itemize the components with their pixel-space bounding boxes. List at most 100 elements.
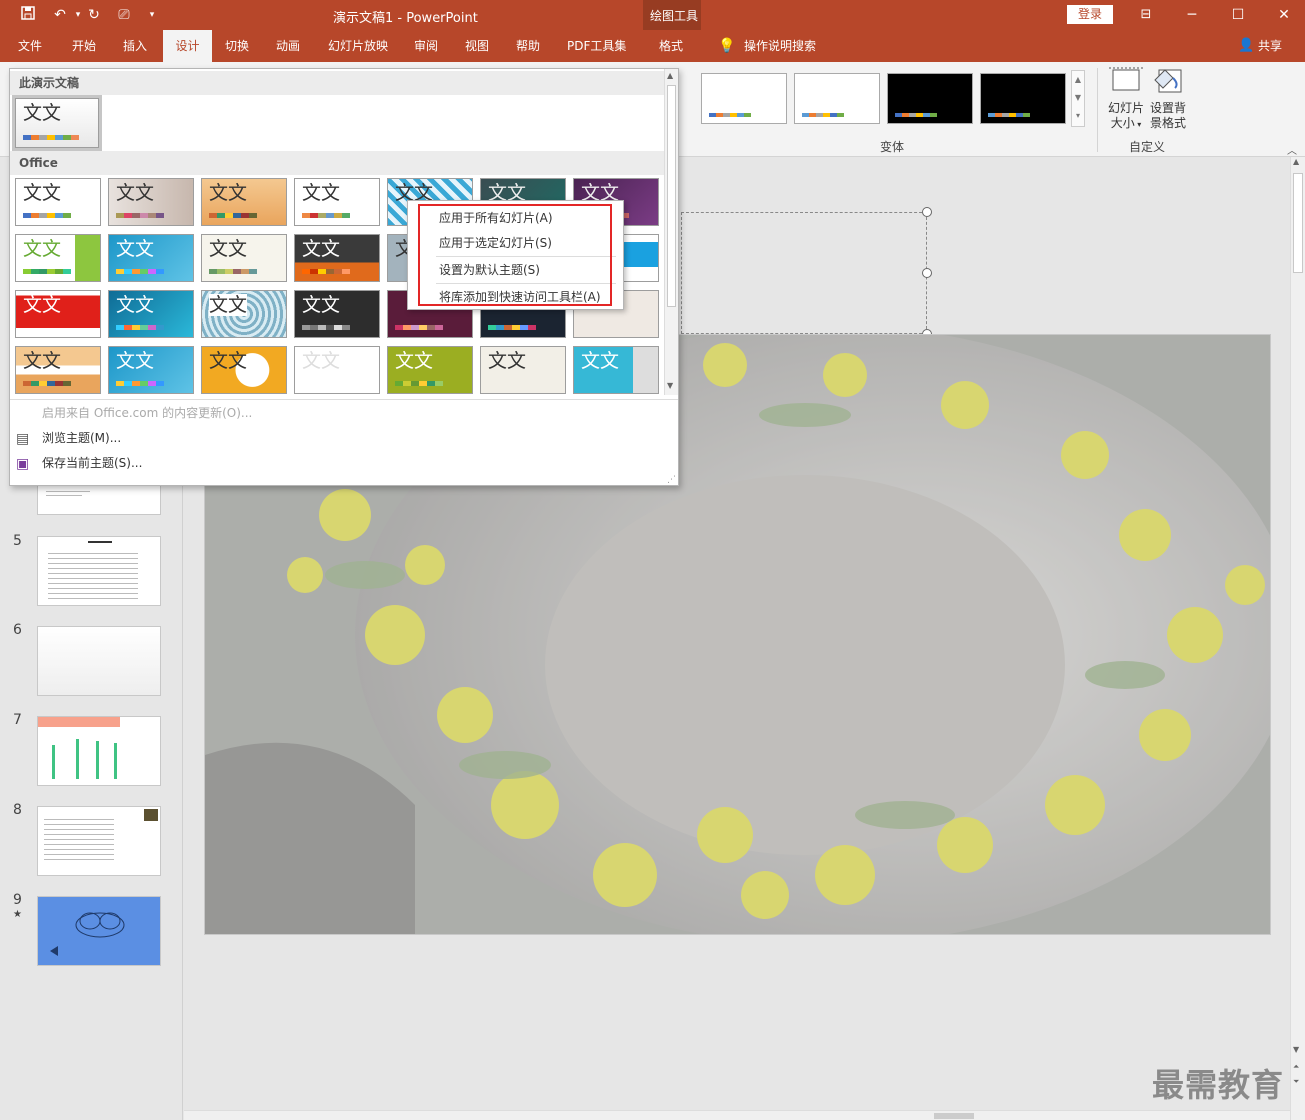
- save-theme-icon: ▣: [16, 456, 30, 472]
- tab-help[interactable]: 帮助: [508, 30, 548, 62]
- variant-2[interactable]: [794, 73, 880, 124]
- menu-save-theme[interactable]: ▣ 保存当前主题(S)...: [10, 451, 678, 475]
- theme-9[interactable]: 文文: [108, 234, 194, 282]
- theme-preview-text: 文文: [116, 238, 155, 260]
- tab-view[interactable]: 视图: [457, 30, 497, 62]
- resize-grip-icon[interactable]: ⋰: [667, 475, 676, 485]
- prev-slide-icon[interactable]: ⏶: [1293, 1062, 1299, 1072]
- gallery-scrollbar[interactable]: ▲ ▼: [664, 69, 678, 395]
- theme-current[interactable]: 文文: [12, 95, 102, 151]
- highlight-box: [418, 204, 612, 306]
- tab-review[interactable]: 审阅: [406, 30, 446, 62]
- window-title: 演示文稿1 - PowerPoint: [333, 11, 478, 26]
- start-from-beginning-icon[interactable]: ⎚: [114, 5, 134, 25]
- tab-design[interactable]: 设计: [163, 30, 212, 62]
- horizontal-scrollbar[interactable]: [184, 1110, 1290, 1120]
- resize-handle[interactable]: [922, 268, 932, 278]
- theme-22[interactable]: 文文: [15, 346, 101, 394]
- theme-15[interactable]: 文文: [15, 290, 101, 338]
- theme-2[interactable]: 文文: [108, 178, 194, 226]
- theme-preview-text: 文文: [209, 238, 248, 260]
- tab-transitions[interactable]: 切换: [217, 30, 257, 62]
- cloud-shape-icon: [50, 912, 125, 956]
- theme-preview-text: 文文: [209, 294, 248, 316]
- redo-icon[interactable]: ↻: [84, 5, 104, 25]
- ribbon-tabs: 文件 开始 插入 设计 切换 动画 幻灯片放映 审阅 视图 帮助 PDF工具集 …: [0, 30, 1305, 62]
- tab-home[interactable]: 开始: [64, 30, 104, 62]
- scroll-down-icon[interactable]: ▼: [1293, 1045, 1299, 1054]
- undo-icon[interactable]: ↶: [50, 5, 70, 25]
- next-slide-icon[interactable]: ⏷: [1293, 1077, 1299, 1087]
- slide-thumbnail-9[interactable]: [37, 896, 161, 966]
- theme-10[interactable]: 文文: [201, 234, 287, 282]
- theme-3[interactable]: 文文: [201, 178, 287, 226]
- save-icon[interactable]: [18, 5, 38, 25]
- share-button[interactable]: 共享: [1250, 30, 1290, 62]
- slide-number-6: 6: [13, 622, 22, 638]
- tab-animations[interactable]: 动画: [268, 30, 308, 62]
- scroll-thumb[interactable]: [667, 85, 676, 307]
- tell-me-search[interactable]: 操作说明搜索: [736, 30, 824, 62]
- login-button[interactable]: 登录: [1067, 5, 1113, 24]
- menu-browse-themes[interactable]: ▤ 浏览主题(M)...: [10, 426, 678, 450]
- theme-25[interactable]: 文文: [294, 346, 380, 394]
- theme-26[interactable]: 文文: [387, 346, 473, 394]
- theme-preview-text: 文文: [302, 182, 341, 204]
- vertical-scrollbar[interactable]: ▲ ▼ ⏶ ⏷: [1290, 157, 1305, 1120]
- variant-3[interactable]: [887, 73, 973, 124]
- theme-17[interactable]: 文文: [201, 290, 287, 338]
- scroll-down-icon[interactable]: ▼: [667, 381, 673, 390]
- slide-thumbnail-6[interactable]: [37, 626, 161, 696]
- variant-1[interactable]: [701, 73, 787, 124]
- theme-preview-text: 文文: [23, 294, 62, 316]
- theme-23[interactable]: 文文: [108, 346, 194, 394]
- slide-number-9: 9: [13, 892, 22, 908]
- scroll-thumb[interactable]: [1293, 173, 1303, 273]
- tab-insert[interactable]: 插入: [115, 30, 155, 62]
- theme-office[interactable]: 文文: [15, 178, 101, 226]
- selected-textbox[interactable]: [681, 212, 927, 334]
- scroll-up-icon[interactable]: ▲: [1293, 157, 1299, 166]
- slide-size-label-2: 大小: [1110, 116, 1135, 130]
- scroll-up-icon[interactable]: ▲: [667, 71, 673, 80]
- theme-18[interactable]: 文文: [294, 290, 380, 338]
- theme-24[interactable]: 文文: [201, 346, 287, 394]
- theme-4[interactable]: 文文: [294, 178, 380, 226]
- theme-preview-text: 文文: [116, 294, 155, 316]
- slide-number-5: 5: [13, 533, 22, 549]
- slide-size-button[interactable]: 幻灯片 大小 ▾: [1106, 66, 1146, 136]
- tab-format[interactable]: 格式: [651, 30, 691, 62]
- section-office: Office: [10, 151, 664, 175]
- tab-file[interactable]: 文件: [10, 30, 50, 62]
- format-background-button[interactable]: 设置背 景格式: [1148, 66, 1188, 136]
- variant-4[interactable]: [980, 73, 1066, 124]
- theme-8[interactable]: 文文: [15, 234, 101, 282]
- maximize-icon[interactable]: ☐: [1228, 5, 1248, 25]
- group-divider: [1097, 68, 1098, 152]
- slide-number-8: 8: [13, 802, 22, 818]
- tab-pdf-tools[interactable]: PDF工具集: [559, 30, 634, 62]
- format-background-label-2: 景格式: [1149, 116, 1186, 130]
- theme-27[interactable]: 文文: [480, 346, 566, 394]
- theme-11[interactable]: 文文: [294, 234, 380, 282]
- variants-scroll[interactable]: ▲ ▼ ▾: [1071, 70, 1085, 127]
- tab-slideshow[interactable]: 幻灯片放映: [320, 30, 396, 62]
- theme-28[interactable]: 文文: [573, 346, 659, 394]
- collapse-ribbon-icon[interactable]: ︿: [1287, 142, 1297, 157]
- slide-thumbnail-7[interactable]: [37, 716, 161, 786]
- browse-folder-icon: ▤: [16, 431, 30, 447]
- theme-preview-text: 文文: [23, 238, 62, 260]
- theme-preview-text: 文文: [302, 294, 341, 316]
- slide-number-7: 7: [13, 712, 22, 728]
- ribbon-display-icon[interactable]: ⊟: [1136, 5, 1156, 25]
- theme-preview-text: 文文: [116, 350, 155, 372]
- close-icon[interactable]: ✕: [1274, 5, 1294, 25]
- slide-thumbnail-5[interactable]: [37, 536, 161, 606]
- resize-handle[interactable]: [922, 207, 932, 217]
- customize-qat-icon[interactable]: ▾: [142, 5, 162, 25]
- minimize-icon[interactable]: ─: [1182, 5, 1202, 25]
- theme-16[interactable]: 文文: [108, 290, 194, 338]
- theme-preview-text: 文文: [581, 350, 620, 372]
- format-background-label-1: 设置背: [1149, 101, 1186, 115]
- slide-thumbnail-8[interactable]: [37, 806, 161, 876]
